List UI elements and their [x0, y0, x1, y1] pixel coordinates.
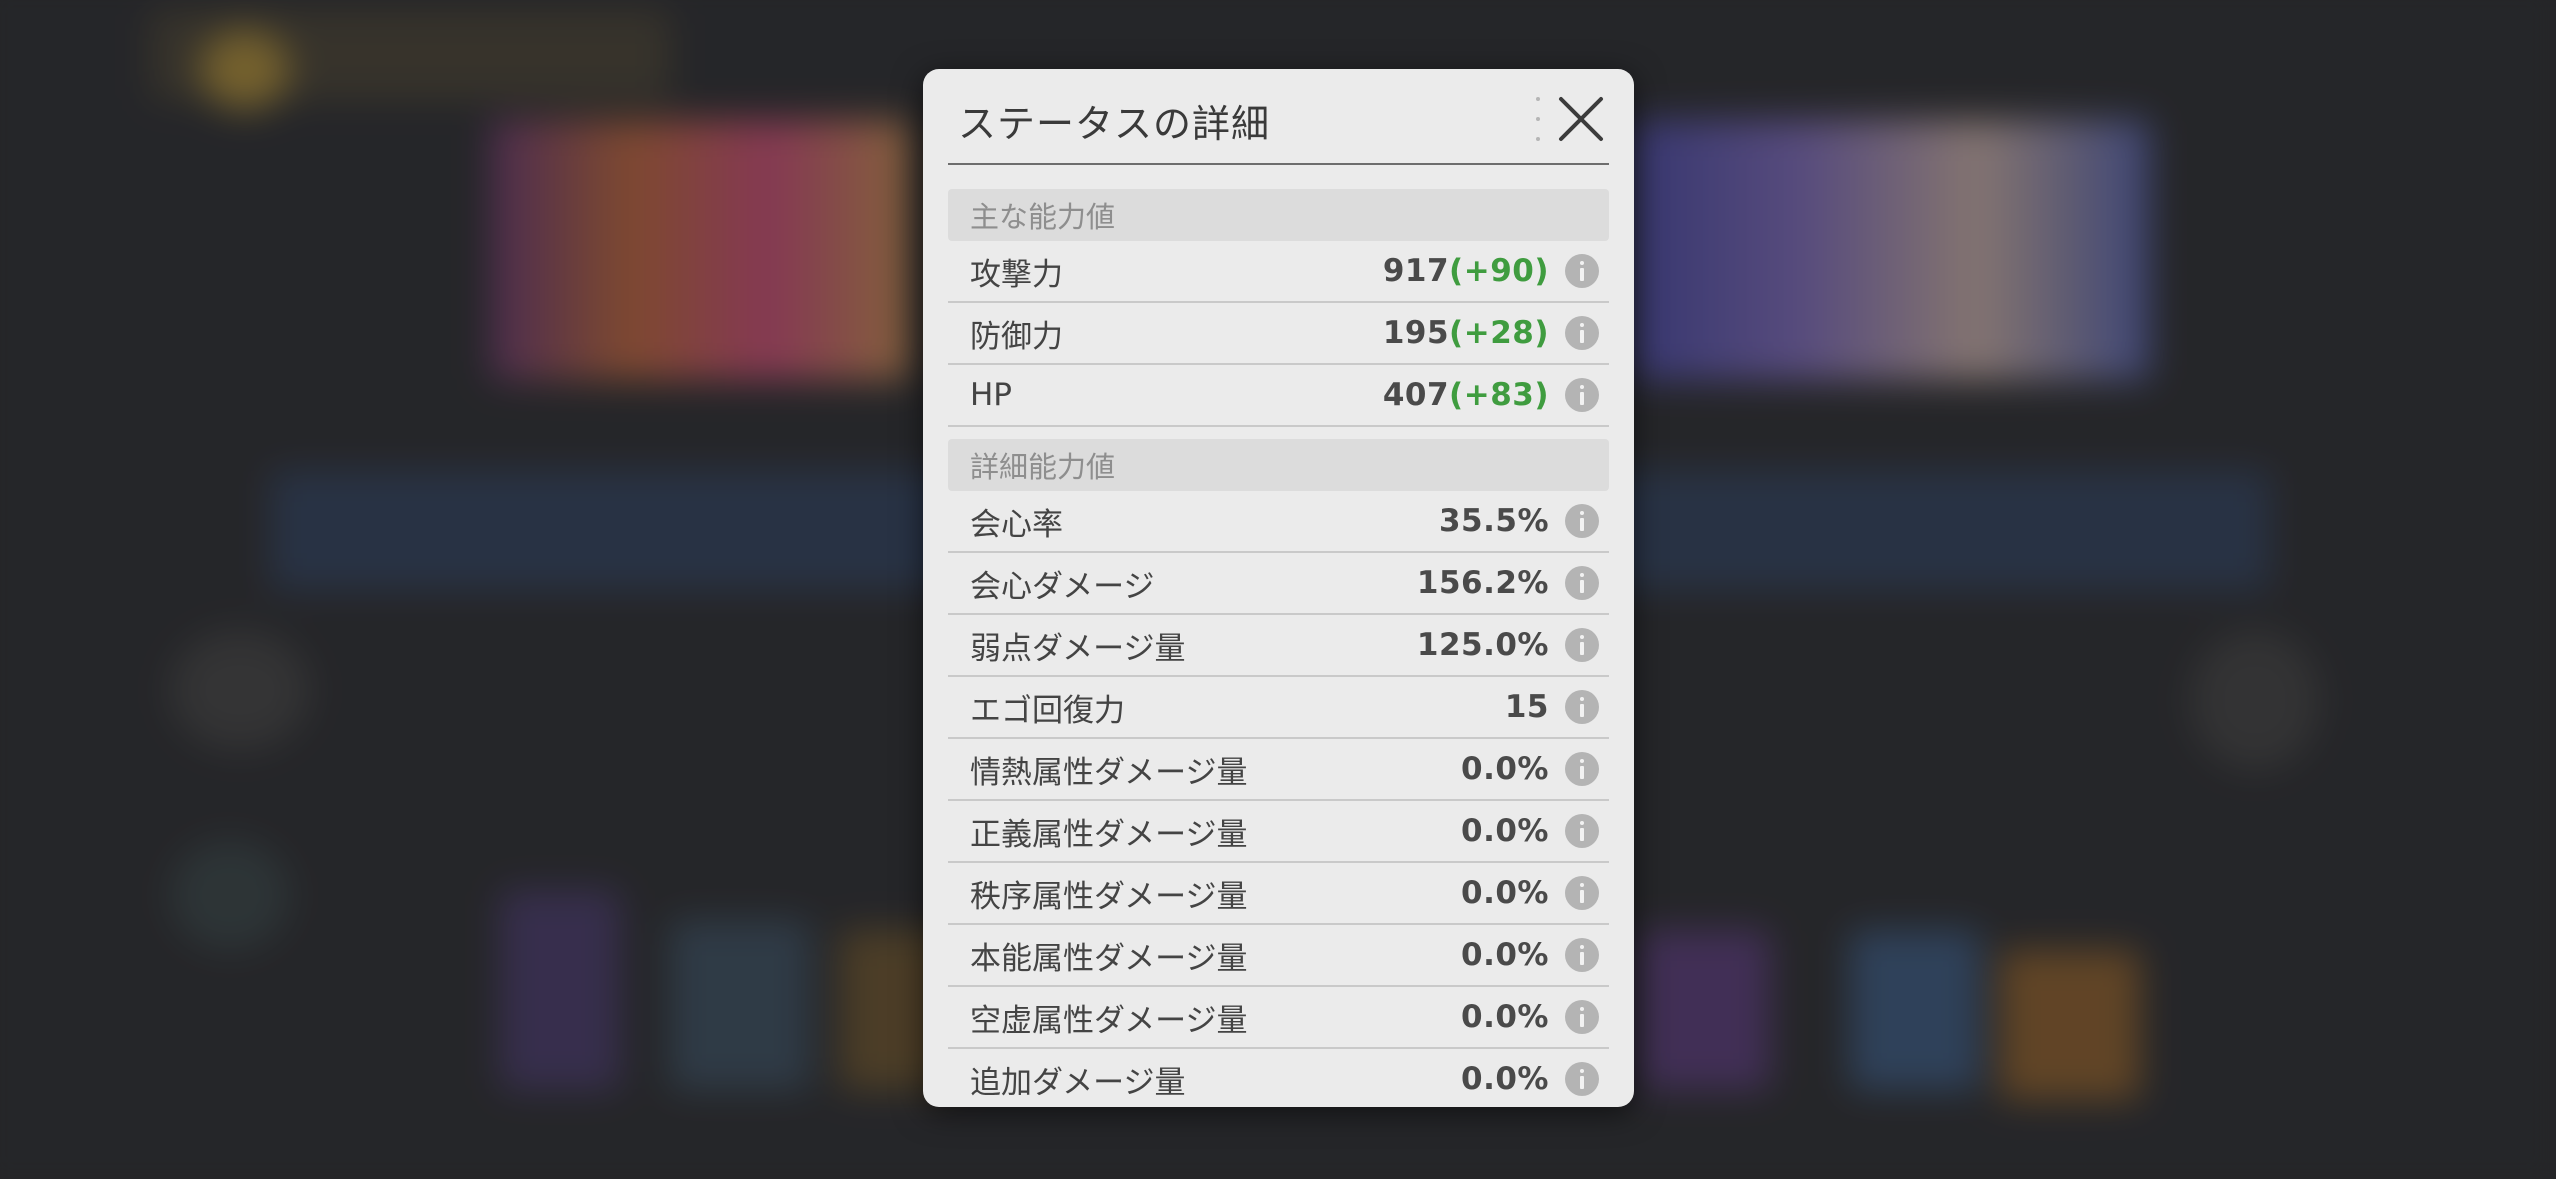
- info-icon[interactable]: [1565, 254, 1599, 288]
- stat-row-weakness-damage: 弱点ダメージ量 125.0%: [948, 615, 1609, 677]
- stat-value: 156.2%: [1416, 565, 1549, 601]
- section-header-detail-stats: 詳細能力値: [948, 439, 1609, 491]
- stat-value: 35.5%: [1438, 503, 1549, 539]
- info-icon[interactable]: [1565, 378, 1599, 412]
- close-icon: [1559, 97, 1603, 141]
- info-icon[interactable]: [1565, 316, 1599, 350]
- stat-bonus: (+83): [1449, 377, 1549, 413]
- stat-label: 秩序属性ダメージ量: [970, 878, 1248, 915]
- stat-row-instinct-damage: 本能属性ダメージ量 0.0%: [948, 925, 1609, 987]
- modal-title: ステータスの詳細: [958, 102, 1271, 146]
- close-button[interactable]: [1551, 89, 1611, 149]
- info-icon[interactable]: [1565, 504, 1599, 538]
- info-icon[interactable]: [1565, 752, 1599, 786]
- stat-label: 正義属性ダメージ量: [970, 816, 1248, 853]
- stat-row-defense: 防御力 195 (+28): [948, 303, 1609, 365]
- stat-row-attack: 攻撃力 917 (+90): [948, 241, 1609, 303]
- stat-row-crit-damage: 会心ダメージ 156.2%: [948, 553, 1609, 615]
- info-icon[interactable]: [1565, 876, 1599, 910]
- stat-value: 15: [1504, 689, 1549, 725]
- status-detail-modal: ステータスの詳細 主な能力値 攻撃力 917 (+90) 防御力 195 (+28): [923, 69, 1634, 1107]
- stat-value: 0.0%: [1461, 999, 1549, 1035]
- stat-row-additional-damage: 追加ダメージ量 0.0%: [948, 1049, 1609, 1107]
- stat-bonus: (+28): [1449, 315, 1549, 351]
- info-icon[interactable]: [1565, 628, 1599, 662]
- stat-row-hp: HP 407 (+83): [948, 365, 1609, 427]
- stat-row-ego-recovery: エゴ回復力 15: [948, 677, 1609, 739]
- stat-label: 弱点ダメージ量: [970, 630, 1186, 667]
- stat-value: 917: [1382, 253, 1450, 289]
- stat-value: 0.0%: [1461, 875, 1549, 911]
- stat-label: 追加ダメージ量: [970, 1064, 1186, 1101]
- stat-label: 本能属性ダメージ量: [970, 940, 1248, 977]
- stat-label: 情熱属性ダメージ量: [970, 754, 1248, 791]
- stat-row-void-damage: 空虚属性ダメージ量 0.0%: [948, 987, 1609, 1049]
- info-icon[interactable]: [1565, 566, 1599, 600]
- stat-value: 0.0%: [1461, 751, 1549, 787]
- stat-row-justice-damage: 正義属性ダメージ量 0.0%: [948, 801, 1609, 863]
- info-icon[interactable]: [1565, 1000, 1599, 1034]
- title-divider: [948, 163, 1609, 165]
- stat-value: 0.0%: [1461, 1061, 1549, 1097]
- stat-row-order-damage: 秩序属性ダメージ量 0.0%: [948, 863, 1609, 925]
- stat-row-crit-rate: 会心率 35.5%: [948, 491, 1609, 553]
- stat-label: 攻撃力: [970, 256, 1063, 293]
- info-icon[interactable]: [1565, 938, 1599, 972]
- status-list[interactable]: 主な能力値 攻撃力 917 (+90) 防御力 195 (+28) HP 407 (+…: [948, 189, 1609, 1107]
- stat-value: 195: [1382, 315, 1450, 351]
- info-icon[interactable]: [1565, 814, 1599, 848]
- drag-handle-icon: [1535, 97, 1541, 141]
- stat-value: 0.0%: [1461, 813, 1549, 849]
- stat-label: 会心ダメージ: [970, 568, 1155, 605]
- stat-label: HP: [970, 377, 1013, 413]
- stat-value: 125.0%: [1416, 627, 1549, 663]
- stat-value: 0.0%: [1461, 937, 1549, 973]
- stat-label: エゴ回復力: [970, 692, 1125, 729]
- info-icon[interactable]: [1565, 690, 1599, 724]
- stat-row-passion-damage: 情熱属性ダメージ量 0.0%: [948, 739, 1609, 801]
- stat-label: 空虚属性ダメージ量: [970, 1002, 1248, 1039]
- stat-label: 防御力: [970, 318, 1063, 355]
- info-icon[interactable]: [1565, 1062, 1599, 1096]
- stat-label: 会心率: [970, 506, 1063, 543]
- stat-value: 407: [1382, 377, 1450, 413]
- stat-bonus: (+90): [1449, 253, 1549, 289]
- section-header-main-stats: 主な能力値: [948, 189, 1609, 241]
